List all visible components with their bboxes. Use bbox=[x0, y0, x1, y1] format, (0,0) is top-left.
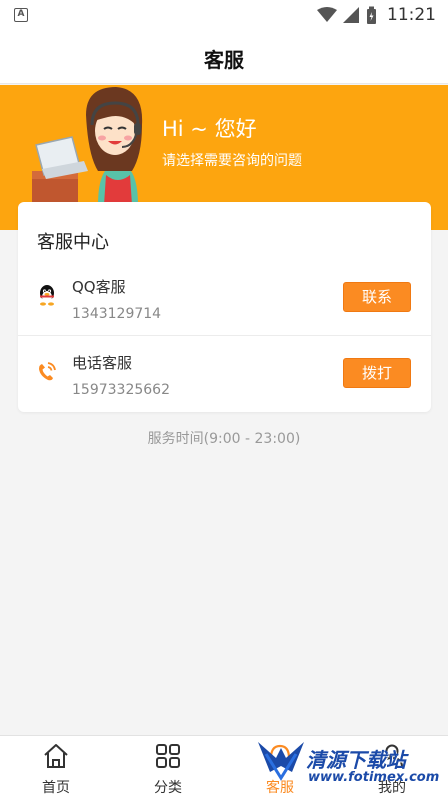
phone-service-name: 电话客服 bbox=[72, 354, 133, 372]
home-icon bbox=[44, 744, 68, 768]
watermark-logo bbox=[258, 742, 304, 781]
notification-a-icon: A bbox=[14, 8, 28, 22]
status-bar: A 11:21 bbox=[0, 0, 448, 30]
service-center-card: 客服中心 QQ客服 1343129714 联系 电话客服 15973325662… bbox=[18, 202, 431, 412]
phone-number: 15973325662 bbox=[72, 382, 170, 398]
banner-subtitle: 请选择需要咨询的问题 bbox=[162, 153, 302, 169]
qq-number: 1343129714 bbox=[72, 306, 162, 322]
dial-phone-button[interactable]: 拨打 bbox=[343, 358, 411, 388]
grid-icon bbox=[156, 744, 180, 768]
qq-penguin-icon bbox=[40, 285, 54, 306]
tab-home-label: 首页 bbox=[42, 780, 70, 796]
customer-service-illustration bbox=[32, 87, 143, 205]
watermark: 清源下载站 www.fotimex.com bbox=[256, 736, 446, 794]
phone-icon bbox=[39, 362, 56, 381]
page-title: 客服 bbox=[204, 48, 244, 72]
contact-qq-button[interactable]: 联系 bbox=[343, 282, 411, 312]
battery-icon bbox=[367, 6, 376, 24]
watermark-url: www.fotimex.com bbox=[308, 770, 440, 785]
watermark-text: 清源下载站 bbox=[306, 748, 406, 772]
service-hours: 服务时间(9:00 - 23:00) bbox=[147, 431, 301, 447]
status-indicators: 11:21 bbox=[317, 4, 436, 26]
card-title: 客服中心 bbox=[37, 232, 109, 253]
tab-home[interactable]: 首页 bbox=[0, 736, 112, 796]
tab-category-label: 分类 bbox=[154, 780, 182, 796]
header: 客服 bbox=[0, 30, 448, 84]
qq-contact-row: QQ客服 1343129714 联系 bbox=[18, 260, 431, 336]
wifi-icon bbox=[317, 7, 337, 22]
status-time: 11:21 bbox=[387, 5, 436, 25]
tab-category[interactable]: 分类 bbox=[112, 736, 224, 796]
banner-greeting: Hi ~ 您好 bbox=[162, 117, 257, 141]
phone-contact-row: 电话客服 15973325662 拨打 bbox=[18, 336, 431, 412]
signal-icon bbox=[343, 7, 359, 23]
qq-service-name: QQ客服 bbox=[72, 278, 126, 296]
